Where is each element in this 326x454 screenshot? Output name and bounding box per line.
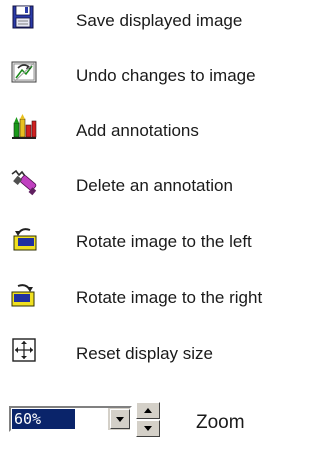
zoom-control-row: 60% Zoom: [0, 398, 326, 438]
zoom-spinner[interactable]: [136, 402, 160, 438]
zoom-value[interactable]: 60%: [12, 409, 75, 429]
legend-row-undo: Undo changes to image: [0, 55, 326, 95]
legend-label: Undo changes to image: [76, 66, 256, 85]
arrow-down-icon: [144, 426, 152, 431]
delete-annotation-icon[interactable]: [10, 168, 38, 196]
reset-size-icon[interactable]: [10, 336, 38, 364]
zoom-spin-down-button[interactable]: [136, 420, 160, 437]
arrow-up-icon: [144, 408, 152, 413]
legend-label: Rotate image to the right: [76, 288, 263, 307]
legend-label: Add annotations: [76, 121, 199, 140]
legend-row-reset-size: Reset display size: [0, 333, 326, 373]
legend-label: Reset display size: [76, 344, 214, 363]
add-annotations-icon[interactable]: [10, 113, 38, 141]
legend-label: Save displayed image: [76, 11, 243, 30]
legend-label: Rotate image to the left: [76, 232, 252, 251]
save-disk-icon[interactable]: [10, 3, 38, 31]
zoom-select[interactable]: 60%: [9, 406, 132, 432]
zoom-dropdown-button[interactable]: [110, 409, 130, 429]
chevron-down-icon: [116, 417, 124, 422]
legend-row-rotate-left: Rotate image to the left: [0, 221, 326, 261]
legend-label: Delete an annotation: [76, 176, 233, 195]
legend-row-add-annotations: Add annotations: [0, 110, 326, 150]
rotate-left-icon[interactable]: [10, 224, 38, 252]
legend-row-rotate-right: Rotate image to the right: [0, 277, 326, 317]
rotate-right-icon[interactable]: [10, 280, 38, 308]
undo-edit-icon[interactable]: [10, 58, 38, 86]
legend-row-save: Save displayed image: [0, 0, 326, 40]
zoom-label: Zoom: [196, 412, 245, 433]
legend-row-delete-annotation: Delete an annotation: [0, 165, 326, 205]
zoom-spin-up-button[interactable]: [136, 402, 160, 419]
